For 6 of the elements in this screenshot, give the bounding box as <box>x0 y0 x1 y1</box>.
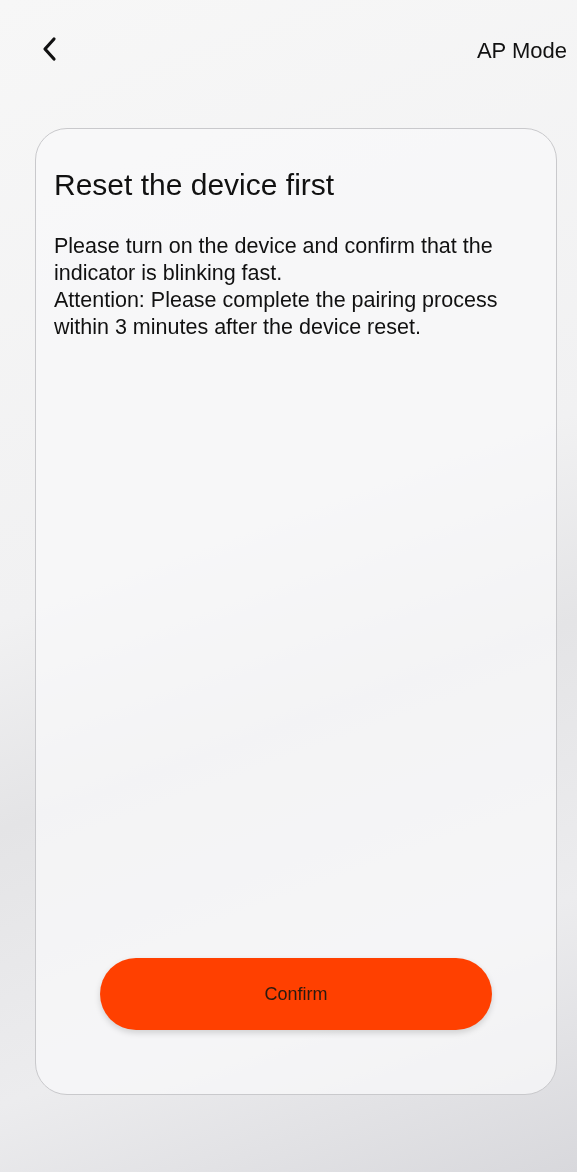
instruction-text: Attention: Please complete the pairing process within 3 minutes after the device reset. <box>54 287 499 341</box>
confirm-button[interactable]: Confirm <box>100 958 492 1030</box>
back-icon[interactable] <box>41 36 57 62</box>
card-title: Reset the device first <box>54 167 336 203</box>
instruction-text: Please turn on the device and confirm that the indicator is blinking fast. <box>54 233 494 287</box>
ap-mode-link[interactable]: AP Mode <box>476 38 567 64</box>
